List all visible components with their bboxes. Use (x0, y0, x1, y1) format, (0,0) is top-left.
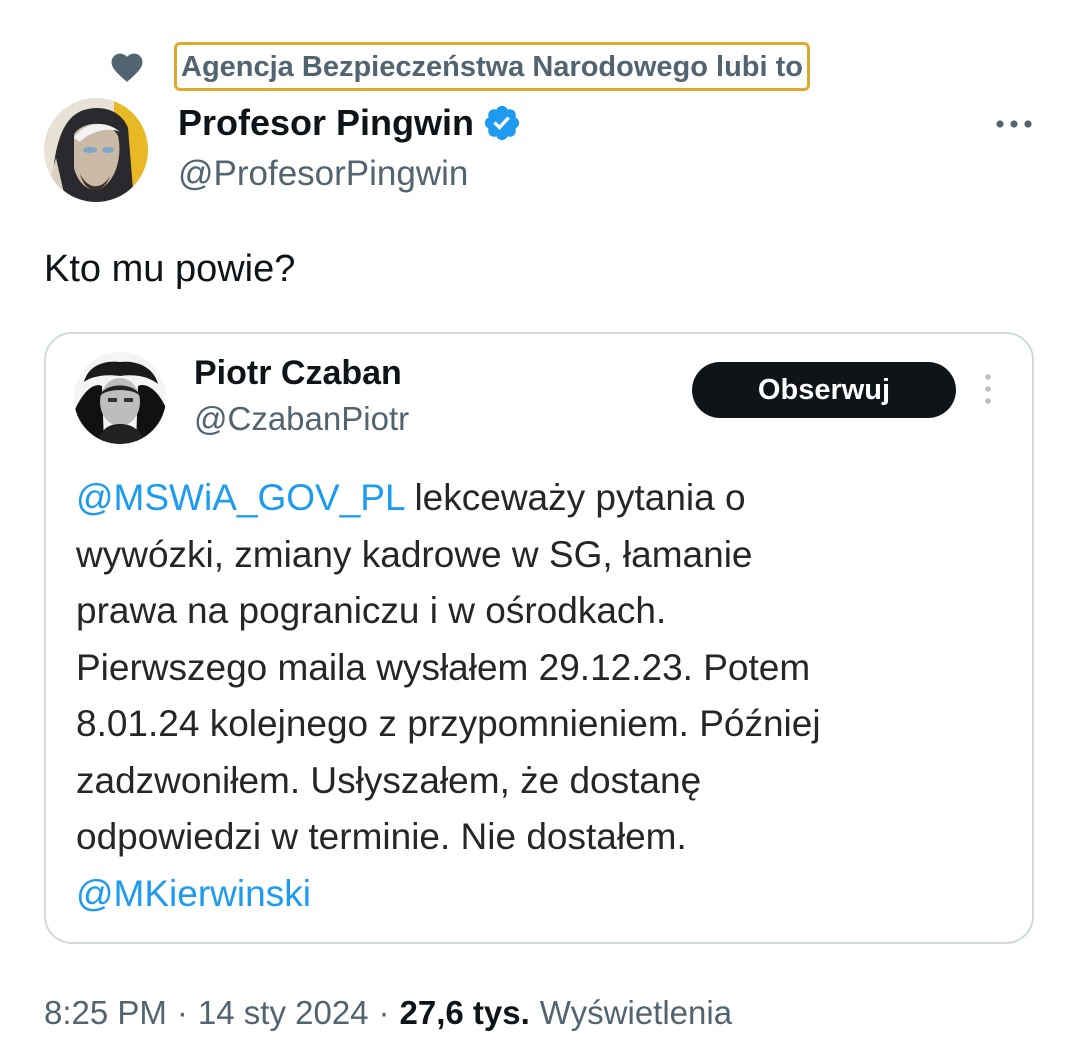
tweet-text: Kto mu powie? (44, 248, 296, 290)
quoted-author-handle[interactable]: @CzabanPiotr (194, 400, 409, 438)
quoted-text-line: @MKierwinski (76, 866, 1006, 923)
tweet-time[interactable]: 8:25 PM (44, 994, 167, 1032)
quoted-author-name[interactable]: Piotr Czaban (194, 354, 402, 393)
heart-icon (111, 53, 143, 82)
quoted-text-line: Pierwszego maila wysłałem 29.12.23. Pote… (76, 646, 811, 688)
author-avatar-image (44, 98, 148, 202)
author-name[interactable]: Profesor Pingwin (178, 102, 522, 144)
quoted-text-line: zadzwoniłem. Usłyszałem, że dostanę (76, 759, 702, 801)
quoted-author-avatar-image (74, 352, 166, 444)
author-avatar[interactable] (44, 98, 148, 202)
quoted-text-fragment: lekceważy pytania o (404, 477, 746, 518)
mention-link[interactable]: @MKierwinski (76, 873, 311, 914)
quoted-tweet-text: @MSWiA_GOV_PL lekceważy pytania o wywózk… (76, 470, 1006, 922)
quoted-text-line: prawa na pograniczu i w ośrodkach. (76, 590, 667, 631)
quoted-text-line: 8.01.24 kolejnego z przypomnieniem. Późn… (76, 703, 821, 744)
quoted-tweet-card[interactable]: Piotr Czaban @CzabanPiotr Obserwuj @MSWi… (44, 332, 1034, 944)
follow-button[interactable]: Obserwuj (692, 362, 956, 418)
author-handle[interactable]: @ProfesorPingwin (178, 154, 468, 194)
tweet-meta: 8:25 PM · 14 sty 2024 · 27,6 tys. Wyświe… (44, 994, 732, 1032)
quoted-text-line: @MSWiA_GOV_PL lekceważy pytania o (76, 470, 1006, 527)
verified-badge-icon (484, 105, 520, 141)
quoted-text-line: wywózki, zmiany kadrowe w SG, łamanie (76, 533, 753, 575)
author-name-text: Profesor Pingwin (178, 102, 475, 143)
social-context: Agencja Bezpieczeństwa Narodowego lubi t… (108, 40, 810, 92)
views-count: 27,6 tys. (399, 994, 530, 1031)
tweet-date[interactable]: 14 sty 2024 (198, 994, 369, 1032)
meta-separator: · (176, 994, 188, 1031)
mention-link[interactable]: @MSWiA_GOV_PL (76, 477, 404, 518)
meta-separator: · (378, 994, 390, 1031)
more-vertical-icon[interactable] (982, 372, 994, 406)
more-horizontal-icon[interactable] (994, 110, 1034, 138)
liked-by-text[interactable]: Agencja Bezpieczeństwa Narodowego lubi t… (174, 41, 810, 91)
quoted-author-avatar[interactable] (74, 352, 166, 444)
views-label: Wyświetlenia (539, 994, 733, 1031)
quoted-text-line: odpowiedzi w terminie. Nie dostałem. (76, 816, 687, 857)
